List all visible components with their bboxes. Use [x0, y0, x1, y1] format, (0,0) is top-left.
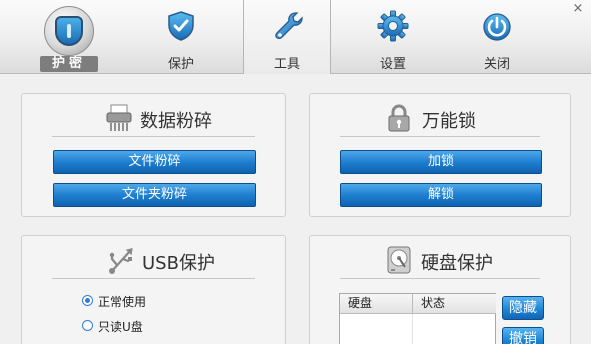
tab-settings[interactable]: 设置 — [349, 0, 437, 74]
window-close-icon[interactable]: × — [571, 2, 585, 16]
shredder-title: 数据粉碎 — [140, 111, 212, 132]
panel-divider — [340, 136, 540, 137]
disk-title: 硬盘保护 — [421, 253, 493, 274]
tab-tools[interactable]: 工具 — [243, 0, 331, 74]
power-icon — [483, 13, 511, 41]
tab-shutdown-label: 关闭 — [483, 57, 510, 72]
radio-button[interactable] — [82, 295, 93, 306]
app-logo: 护密 — [40, 6, 98, 72]
usb-panel-header: USB保护 — [22, 242, 285, 276]
tab-protect[interactable]: 保护 — [137, 0, 225, 74]
usb-panel: USB保护 正常使用 只读U盘 — [21, 235, 286, 344]
unlock-button[interactable]: 解锁 — [340, 183, 542, 207]
usb-option-readonly-label: 只读U盘 — [98, 320, 143, 334]
shield-icon — [168, 11, 194, 41]
shred-file-button[interactable]: 文件粉碎 — [53, 150, 256, 174]
wrench-icon — [275, 12, 303, 40]
logo-label: 护密 — [40, 56, 98, 72]
lock-panel-header: 万能锁 — [310, 100, 570, 134]
lock-button[interactable]: 加锁 — [340, 150, 542, 174]
column-header-status[interactable]: 状态 — [412, 294, 496, 314]
radio-button[interactable] — [82, 320, 93, 331]
panel-divider — [52, 278, 255, 279]
hide-disk-button[interactable]: 隐藏 — [502, 296, 544, 320]
disk-table[interactable]: 硬盘 状态 — [339, 293, 496, 344]
usb-icon — [109, 248, 133, 274]
shredder-icon — [106, 104, 132, 131]
panel-divider — [52, 136, 255, 137]
tab-tools-label: 工具 — [273, 57, 300, 72]
shred-folder-button[interactable]: 文件夹粉碎 — [53, 183, 256, 207]
padlock-icon — [388, 104, 410, 132]
disk-panel-header: 硬盘保护 — [310, 242, 570, 276]
revoke-button[interactable]: 撤销 — [502, 327, 544, 344]
hard-disk-icon — [387, 246, 411, 274]
tab-shutdown[interactable]: 关闭 — [453, 0, 541, 74]
column-header-disk[interactable]: 硬盘 — [340, 294, 412, 314]
lock-title: 万能锁 — [422, 111, 476, 132]
column-separator — [412, 314, 413, 344]
shredder-panel: 数据粉碎 文件粉碎 文件夹粉碎 — [21, 93, 286, 217]
panel-divider — [340, 278, 540, 279]
logo-shield-icon — [55, 16, 83, 46]
tab-protect-label: 保护 — [167, 57, 194, 72]
gear-icon — [377, 10, 409, 42]
shredder-panel-header: 数据粉碎 — [22, 100, 285, 134]
usb-title: USB保护 — [142, 253, 215, 274]
usb-option-normal-label: 正常使用 — [98, 295, 147, 309]
top-toolbar: 护密 保护 工具 设置 关闭 × — [0, 0, 591, 74]
tab-settings-label: 设置 — [379, 57, 406, 72]
lock-panel: 万能锁 加锁 解锁 — [309, 93, 571, 217]
